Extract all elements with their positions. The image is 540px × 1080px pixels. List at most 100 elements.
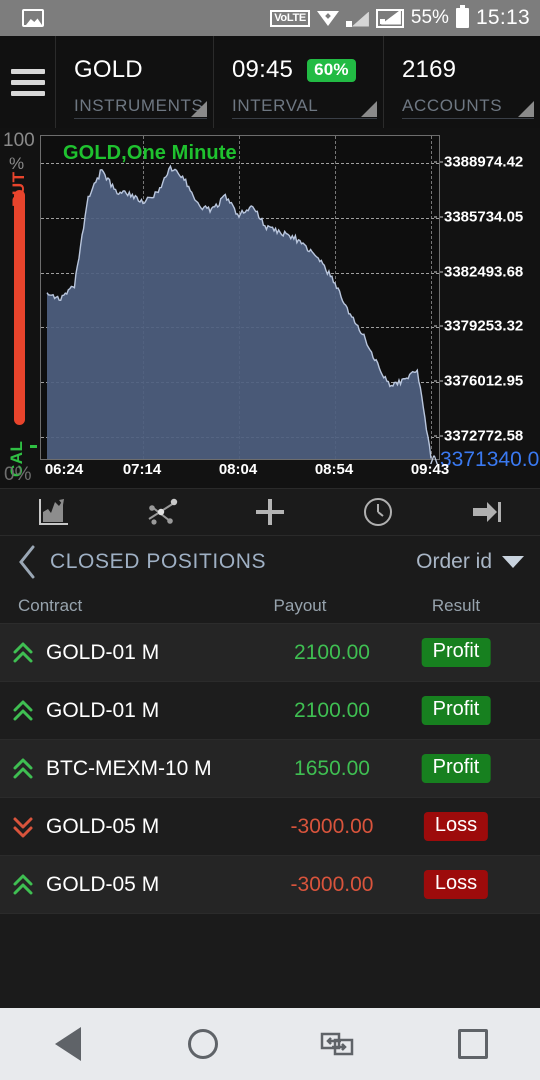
nav-switch-app-icon[interactable]: [270, 1028, 405, 1060]
axis-tick: [434, 435, 443, 437]
page-title: CLOSED POSITIONS: [50, 550, 267, 573]
divider: [232, 118, 377, 119]
direction-up-icon: [0, 641, 46, 665]
sort-label: Order id: [416, 550, 492, 573]
price-chart[interactable]: GOLD,One Minute: [40, 135, 440, 460]
android-nav-bar: [0, 1008, 540, 1080]
app-header: GOLD INSTRUMENTS 09:45 60% INTERVAL 2169…: [0, 36, 540, 128]
battery-percent: 55%: [410, 7, 449, 28]
time-axis-label: 08:04: [218, 461, 258, 478]
table-row[interactable]: GOLD-01 M 2100.00 Profit: [0, 682, 540, 740]
accounts-value: 2169: [402, 56, 457, 83]
android-status-bar: VoLTE 55% 15:13: [0, 0, 540, 36]
signal-bars-icon: [375, 8, 404, 28]
chart-type-icon[interactable]: [0, 488, 108, 536]
put-call-gauge[interactable]: 100 % PUT CAL 0%: [0, 128, 38, 488]
battery-icon: [455, 5, 469, 28]
axis-tick: [434, 380, 443, 382]
time-axis-label: 08:54: [314, 461, 354, 478]
time-axis-label: 07:14: [122, 461, 162, 478]
current-price-label: 3371340.00: [440, 448, 540, 471]
chart-title: GOLD,One Minute: [63, 142, 237, 164]
price-axis-label: 3379253.32: [444, 317, 524, 335]
image-icon: [22, 9, 44, 27]
payout-value: -3000.00: [290, 872, 374, 896]
direction-down-icon: [0, 815, 46, 839]
instruments-value: GOLD: [74, 56, 143, 83]
volte-badge: VoLTE: [270, 9, 310, 27]
payout-value: 2100.00: [294, 640, 370, 664]
hamburger-menu-icon[interactable]: [0, 36, 55, 128]
interval-percent-badge: 60%: [307, 58, 356, 82]
interval-value-row: 09:45 60%: [232, 56, 383, 84]
chevron-corner-icon: [361, 101, 377, 117]
chart-area-fill: [47, 166, 431, 459]
crosshair-icon[interactable]: [216, 488, 324, 536]
table-row[interactable]: GOLD-05 M -3000.00 Loss: [0, 856, 540, 914]
interval-value: 09:45: [232, 56, 294, 83]
status-clock: 15:13: [475, 6, 530, 29]
status-right-icons: VoLTE 55% 15:13: [270, 5, 540, 30]
table-row[interactable]: BTC-MEXM-10 M 1650.00 Profit: [0, 740, 540, 798]
sort-selector[interactable]: Order id: [416, 550, 524, 574]
table-row[interactable]: GOLD-01 M 2100.00 Profit: [0, 624, 540, 682]
time-axis-label: 09:43: [410, 461, 450, 478]
contract-name: GOLD-05 M: [46, 872, 160, 896]
contract-name: GOLD-01 M: [46, 640, 160, 664]
chart-series-svg: [46, 164, 432, 459]
status-badge: Loss: [423, 870, 489, 899]
contract-name: GOLD-05 M: [46, 814, 160, 838]
divider: [402, 118, 534, 119]
payout-value: 2100.00: [294, 698, 370, 722]
call-marker: [30, 445, 37, 448]
payout-value: 1650.00: [294, 756, 370, 780]
price-axis: 3388974.42 3385734.05 3382493.68 3379253.32…: [430, 135, 540, 471]
app-root: VoLTE 55% 15:13 GOLD INSTRUMENTS 09:45 6…: [0, 0, 540, 1080]
price-axis-label: 3382493.68: [444, 263, 524, 281]
time-axis: 06:24 07:14 08:04 08:54 09:43: [40, 461, 449, 485]
chart-toolbar: [0, 488, 540, 536]
closed-positions-header: CLOSED POSITIONS Order id: [0, 536, 540, 588]
column-header-result: Result: [431, 596, 481, 615]
contract-name: BTC-MEXM-10 M: [46, 756, 212, 780]
status-badge: Profit: [421, 754, 491, 783]
nav-recents-icon[interactable]: [405, 1029, 540, 1059]
axis-tick: [434, 271, 443, 273]
column-header-payout: Payout: [273, 596, 327, 615]
gauge-bar: [14, 190, 25, 425]
table-empty-area: [0, 914, 540, 1010]
chart-panel: 100 % PUT CAL 0% GOLD,One Minute 3388974…: [0, 128, 540, 488]
chevron-corner-icon: [191, 101, 207, 117]
axis-tick: [434, 325, 443, 327]
axis-tick: [434, 216, 443, 218]
direction-up-icon: [0, 699, 46, 723]
gauge-top-value: 100: [3, 130, 35, 151]
status-left-icons: [0, 9, 44, 27]
interval-selector[interactable]: 09:45 60% INTERVAL: [213, 36, 383, 128]
signal-bars-icon: [345, 10, 369, 27]
chevron-corner-icon: [518, 101, 534, 117]
table-row[interactable]: GOLD-05 M -3000.00 Loss: [0, 798, 540, 856]
accounts-selector[interactable]: 2169 ACCOUNTS: [383, 36, 540, 128]
table-header: Contract Payout Result: [0, 588, 540, 624]
status-badge: Profit: [421, 696, 491, 725]
jump-to-end-icon[interactable]: [432, 488, 540, 536]
back-chevron-icon[interactable]: [8, 545, 46, 579]
indicators-icon[interactable]: [108, 488, 216, 536]
clock-icon[interactable]: [324, 488, 432, 536]
column-header-contract: Contract: [18, 596, 83, 615]
contract-name: GOLD-01 M: [46, 698, 160, 722]
positions-table: GOLD-01 M 2100.00 Profit GOLD-01 M 2100.00 Pr…: [0, 624, 540, 914]
price-axis-label: 3385734.05: [444, 208, 524, 226]
time-axis-label: 06:24: [44, 461, 84, 478]
divider: [74, 118, 207, 119]
gauge-bottom-value: 0%: [4, 464, 32, 485]
price-axis-label: 3376012.95: [444, 372, 524, 390]
direction-up-icon: [0, 757, 46, 781]
instruments-selector[interactable]: GOLD INSTRUMENTS: [55, 36, 213, 128]
axis-tick: [434, 161, 443, 163]
chevron-down-icon: [502, 556, 524, 568]
nav-back-icon[interactable]: [0, 1027, 135, 1061]
status-badge: Profit: [421, 638, 491, 667]
nav-home-icon[interactable]: [135, 1029, 270, 1059]
